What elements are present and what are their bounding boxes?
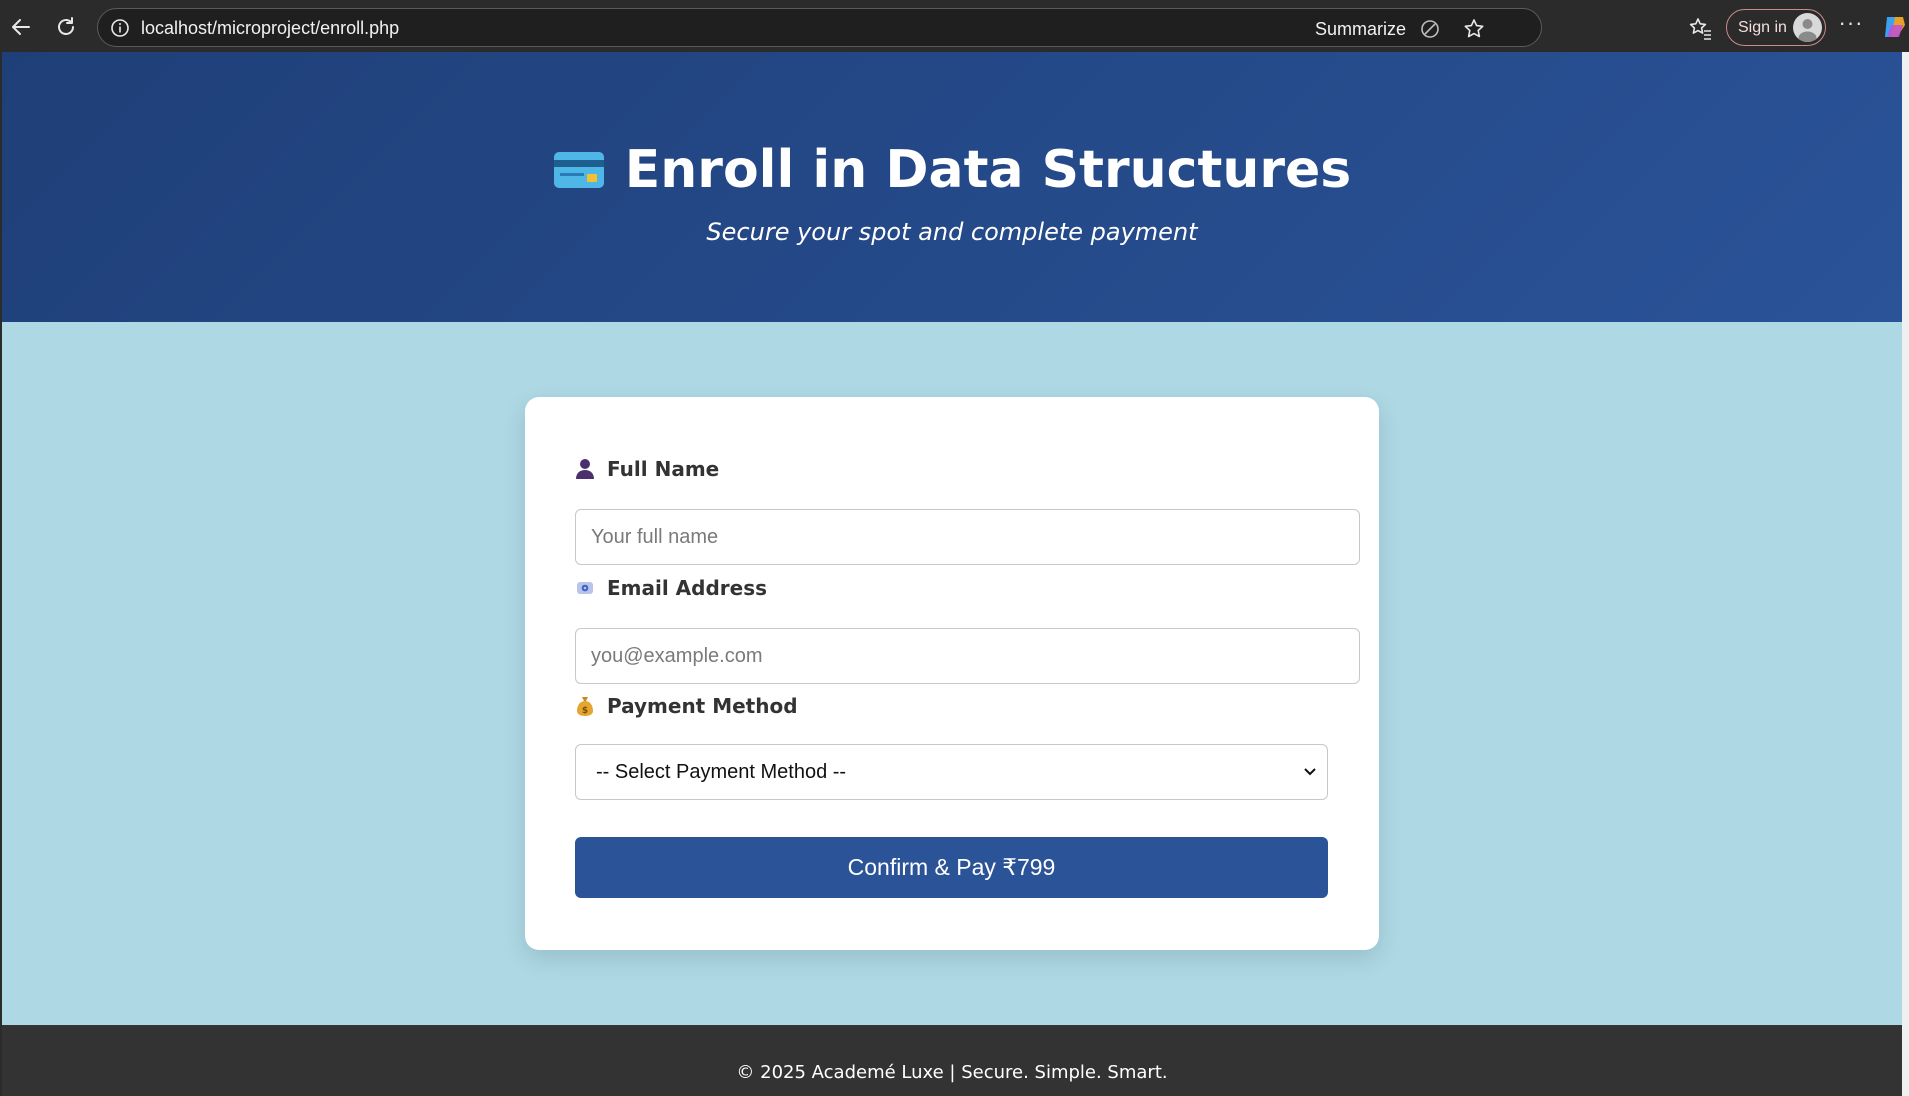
payment-method-label: $ Payment Method: [575, 694, 798, 718]
scrollbar[interactable]: [1902, 52, 1909, 1096]
page-title-text: Enroll in Data Structures: [624, 140, 1352, 200]
hero-banner: Enroll in Data Structures Secure your sp…: [2, 52, 1902, 322]
more-options-icon[interactable]: ···: [1838, 12, 1864, 40]
url-text: localhost/microproject/enroll.php: [141, 18, 400, 38]
copilot-icon[interactable]: [1881, 13, 1909, 41]
full-name-label: Full Name: [575, 457, 719, 481]
person-icon: [576, 459, 594, 479]
payment-method-label-text: Payment Method: [607, 694, 798, 718]
full-name-label-text: Full Name: [607, 457, 720, 481]
credit-card-icon: [553, 152, 604, 188]
page-title: Enroll in Data Structures: [2, 140, 1902, 200]
info-icon[interactable]: [110, 18, 130, 38]
reload-button[interactable]: [49, 10, 83, 44]
full-name-input[interactable]: [575, 509, 1360, 565]
summarize-button[interactable]: Summarize: [1315, 19, 1406, 40]
reload-icon: [58, 17, 74, 35]
sign-in-label: Sign in: [1738, 18, 1787, 36]
avatar-icon: [1793, 13, 1822, 42]
confirm-pay-button[interactable]: Confirm & Pay ₹799: [575, 837, 1328, 898]
enrollment-form: Full Name Email Address $ Payment Method…: [525, 397, 1379, 950]
address-bar[interactable]: localhost/microproject/enroll.php Summar…: [97, 8, 1542, 47]
email-label-text: Email Address: [607, 576, 768, 600]
chevron-down-icon: [1304, 768, 1316, 776]
star-icon[interactable]: [1462, 17, 1486, 41]
page-subtitle: Secure your spot and complete payment: [706, 218, 1198, 246]
payment-method-selected: -- Select Payment Method --: [596, 760, 847, 783]
footer-text: © 2025 Academé Luxe | Secure. Simple. Sm…: [736, 1062, 1168, 1083]
svg-text:$: $: [582, 706, 588, 716]
browser-toolbar: localhost/microproject/enroll.php Summar…: [0, 0, 1909, 52]
email-input[interactable]: [575, 628, 1360, 684]
sign-in-button[interactable]: Sign in: [1726, 9, 1826, 46]
summarize-icon[interactable]: [1419, 18, 1441, 40]
back-arrow-icon: [12, 19, 30, 35]
back-button[interactable]: [4, 10, 38, 44]
email-label: Email Address: [575, 576, 767, 600]
favorites-icon[interactable]: [1687, 15, 1713, 41]
email-icon: [577, 582, 593, 594]
money-bag-icon: $: [577, 697, 593, 716]
payment-method-select[interactable]: -- Select Payment Method --: [575, 744, 1328, 800]
page-body: Enroll in Data Structures Secure your sp…: [2, 52, 1902, 1096]
footer: © 2025 Academé Luxe | Secure. Simple. Sm…: [2, 1025, 1902, 1096]
